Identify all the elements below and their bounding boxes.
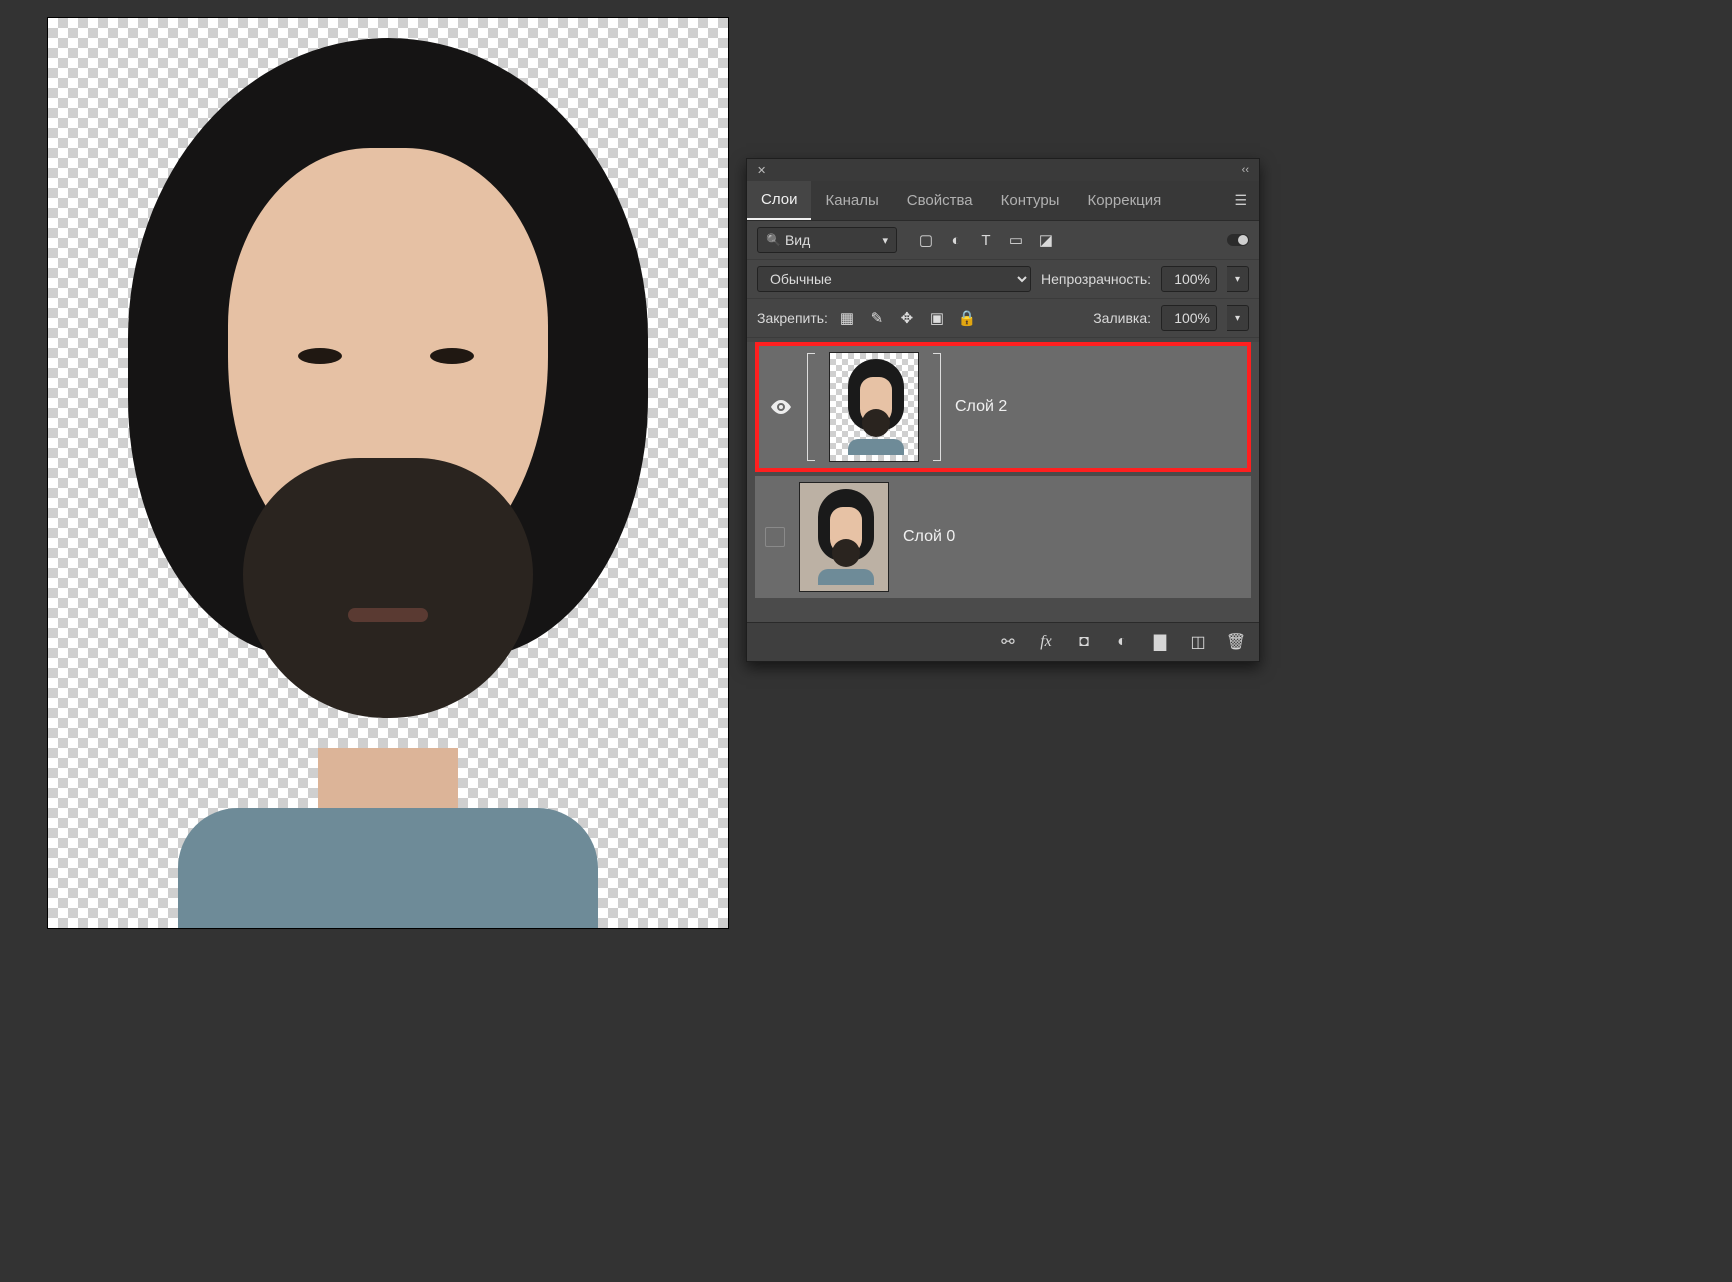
collapse-icon[interactable]: ‹‹ — [1238, 164, 1253, 176]
layer-row[interactable]: Слой 0 — [755, 476, 1251, 598]
tab-adjustments[interactable]: Коррекция — [1073, 182, 1175, 219]
lock-move-icon[interactable]: ✥ — [898, 309, 916, 327]
tab-paths[interactable]: Контуры — [987, 182, 1074, 219]
fill-dropdown-icon[interactable]: ▾ — [1227, 305, 1249, 331]
fill-value[interactable]: 100% — [1161, 305, 1217, 331]
image-icon[interactable]: ▢ — [917, 231, 935, 249]
lock-transparent-icon[interactable]: ▦ — [838, 309, 856, 327]
link-icon[interactable]: ⚯ — [999, 633, 1017, 651]
trash-icon[interactable]: 🗑 — [1227, 633, 1245, 651]
visibility-eye-icon[interactable] — [769, 395, 793, 419]
tab-properties[interactable]: Свойства — [893, 182, 987, 219]
group-icon[interactable]: ▇ — [1151, 633, 1169, 651]
adjustment-layer-icon[interactable]: ◐ — [1113, 633, 1131, 651]
filter-buttons: ▢ ◐ T ▭ ◪ — [917, 231, 1055, 249]
panel-tabs: Слои Каналы Свойства Контуры Коррекция ☰ — [747, 181, 1259, 221]
kind-filter-row: Вид ▾ ▢ ◐ T ▭ ◪ — [747, 221, 1259, 260]
blend-opacity-row: Обычные Непрозрачность: 100% ▾ — [747, 260, 1259, 299]
opacity-label: Непрозрачность: — [1041, 271, 1151, 287]
type-icon[interactable]: T — [977, 231, 995, 249]
panel-titlebar[interactable]: ✕ ‹‹ — [747, 159, 1259, 181]
lock-brush-icon[interactable]: ✎ — [868, 309, 886, 327]
opacity-dropdown-icon[interactable]: ▾ — [1227, 266, 1249, 292]
tab-channels[interactable]: Каналы — [811, 182, 892, 219]
layer-thumbnail[interactable] — [829, 352, 919, 462]
panel-menu-icon[interactable]: ☰ — [1222, 182, 1259, 219]
fill-label: Заливка: — [1093, 310, 1151, 326]
lock-artboard-icon[interactable]: ▣ — [928, 309, 946, 327]
layers-panel: ✕ ‹‹ Слои Каналы Свойства Контуры Коррек… — [746, 158, 1260, 662]
blend-mode-select[interactable]: Обычные — [757, 266, 1031, 292]
panel-footer: ⚯ fx ◘ ◐ ▇ ◫ 🗑 — [747, 622, 1259, 661]
shape-icon[interactable]: ▭ — [1007, 231, 1025, 249]
opacity-value[interactable]: 100% — [1161, 266, 1217, 292]
kind-select[interactable]: Вид ▾ — [757, 227, 897, 253]
new-layer-icon[interactable]: ◫ — [1189, 633, 1207, 651]
visibility-toggle-off[interactable] — [765, 527, 785, 547]
lock-icons: ▦ ✎ ✥ ▣ 🔒 — [838, 309, 976, 327]
layer-thumbnail[interactable] — [799, 482, 889, 592]
smartobject-icon[interactable]: ◪ — [1037, 231, 1055, 249]
layer-name[interactable]: Слой 0 — [903, 528, 955, 546]
chevron-down-icon: ▾ — [882, 234, 888, 247]
tab-layers[interactable]: Слои — [747, 181, 811, 220]
document-canvas[interactable] — [48, 18, 728, 928]
lock-label: Закрепить: — [757, 310, 828, 326]
lock-all-icon[interactable]: 🔒 — [958, 309, 976, 327]
adjustment-icon[interactable]: ◐ — [947, 231, 965, 249]
filter-toggle[interactable] — [1227, 234, 1249, 246]
lock-fill-row: Закрепить: ▦ ✎ ✥ ▣ 🔒 Заливка: 100% ▾ — [747, 299, 1259, 338]
close-icon[interactable]: ✕ — [753, 164, 770, 177]
fx-icon[interactable]: fx — [1037, 633, 1055, 651]
layer-name[interactable]: Слой 2 — [955, 398, 1007, 416]
kind-label: Вид — [785, 232, 810, 248]
mask-icon[interactable]: ◘ — [1075, 633, 1093, 651]
layer-list: Слой 2 Слой 0 — [747, 342, 1259, 622]
canvas-content — [48, 18, 728, 928]
layer-row[interactable]: Слой 2 — [755, 342, 1251, 472]
